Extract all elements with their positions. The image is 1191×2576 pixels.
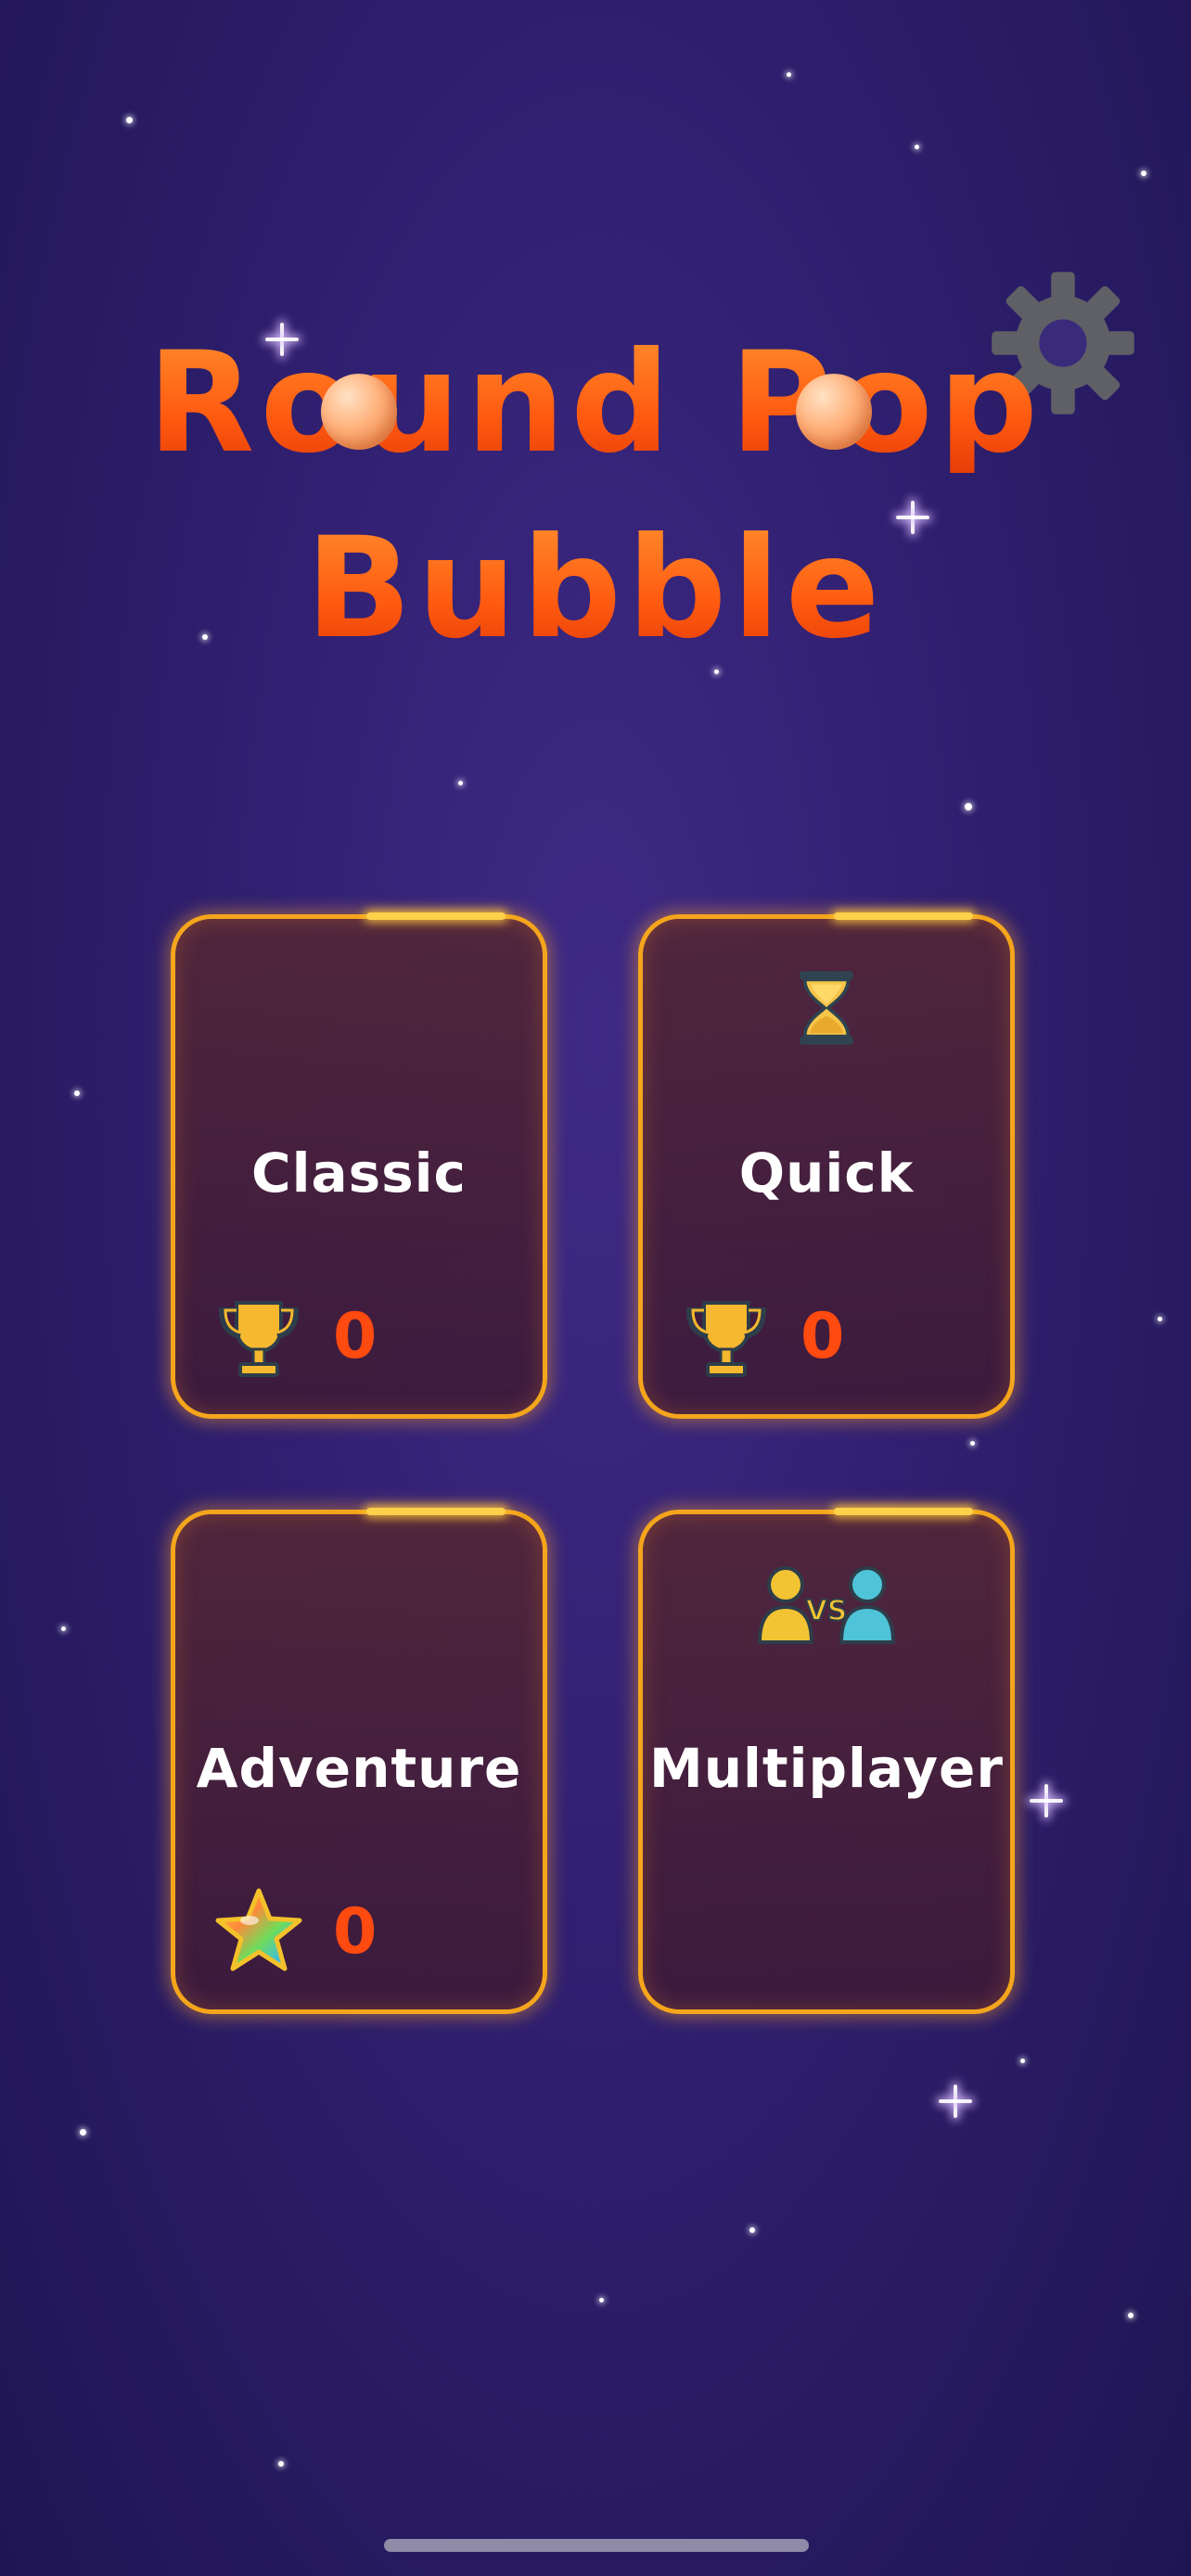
star (915, 145, 919, 149)
mode-label: Adventure (196, 1737, 522, 1800)
game-title-line-1: Round Pop (0, 334, 1191, 473)
star (714, 670, 719, 674)
high-score: 0 (333, 1894, 378, 1969)
score-row: 0 (212, 1885, 377, 1978)
star (278, 2461, 284, 2467)
mode-label: Classic (251, 1141, 467, 1205)
mode-card-multiplayer[interactable]: VS Multiplayer (638, 1508, 1015, 2014)
bubble-icon (321, 374, 397, 450)
game-title-line-2: Bubble (0, 519, 1191, 658)
score-row: 0 (680, 1290, 844, 1383)
star (965, 803, 972, 810)
star (1128, 2313, 1133, 2318)
trophy-icon (218, 1301, 300, 1377)
mode-card-quick[interactable]: Quick 0 (638, 912, 1015, 1419)
star (126, 117, 133, 123)
mode-card-classic[interactable]: Classic 0 (171, 912, 547, 1419)
star (599, 2298, 604, 2302)
sparkle (1030, 1784, 1063, 1817)
versus-icon: VS (757, 1566, 896, 1644)
high-score: 0 (333, 1299, 378, 1373)
star (970, 1441, 975, 1446)
mode-label: Quick (738, 1141, 915, 1205)
star (1141, 171, 1146, 176)
star-icon (215, 1888, 302, 1971)
home-indicator[interactable] (384, 2539, 809, 2552)
mode-label: Multiplayer (649, 1737, 1004, 1800)
high-score: 0 (800, 1299, 845, 1373)
star (787, 72, 791, 77)
star (749, 2227, 755, 2233)
star (1020, 2059, 1025, 2063)
svg-text:VS: VS (806, 1595, 848, 1627)
hourglass-icon (800, 971, 853, 1045)
sparkle (939, 2085, 972, 2118)
star (458, 781, 463, 785)
star (74, 1090, 80, 1096)
star (1158, 1317, 1162, 1321)
mode-card-adventure[interactable]: Adventure 0 (171, 1508, 547, 2014)
bubble-icon (796, 374, 872, 450)
trophy-icon (685, 1301, 767, 1377)
score-row: 0 (212, 1290, 377, 1383)
star (80, 2129, 86, 2136)
star (61, 1626, 66, 1631)
